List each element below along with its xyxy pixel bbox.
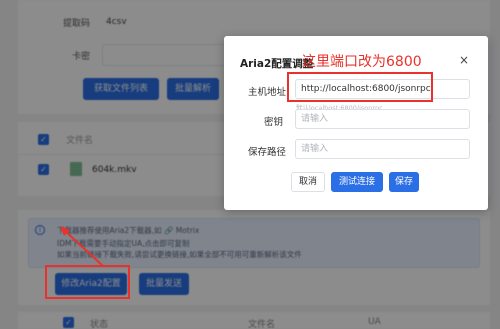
save-path-field[interactable]: 请输入 xyxy=(295,139,470,159)
close-icon[interactable]: × xyxy=(458,54,470,66)
secret-field[interactable]: 请输入 xyxy=(295,109,470,129)
secret-label: 密钥 xyxy=(264,117,284,128)
test-connection-button[interactable]: 测试连接 xyxy=(331,172,383,192)
annotation-text: 这里端口改为6800 xyxy=(302,54,422,70)
save-button[interactable]: 保存 xyxy=(389,172,419,192)
host-label: 主机地址 xyxy=(248,87,287,98)
highlight-host-input xyxy=(287,72,433,102)
aria2-config-modal: Aria2配置调整 这里端口改为6800 × 主机地址 http://local… xyxy=(224,36,488,210)
cancel-button[interactable]: 取消 xyxy=(291,172,325,192)
highlight-edit-aria2-button xyxy=(45,265,130,299)
save-path-label: 保存路径 xyxy=(248,147,287,158)
